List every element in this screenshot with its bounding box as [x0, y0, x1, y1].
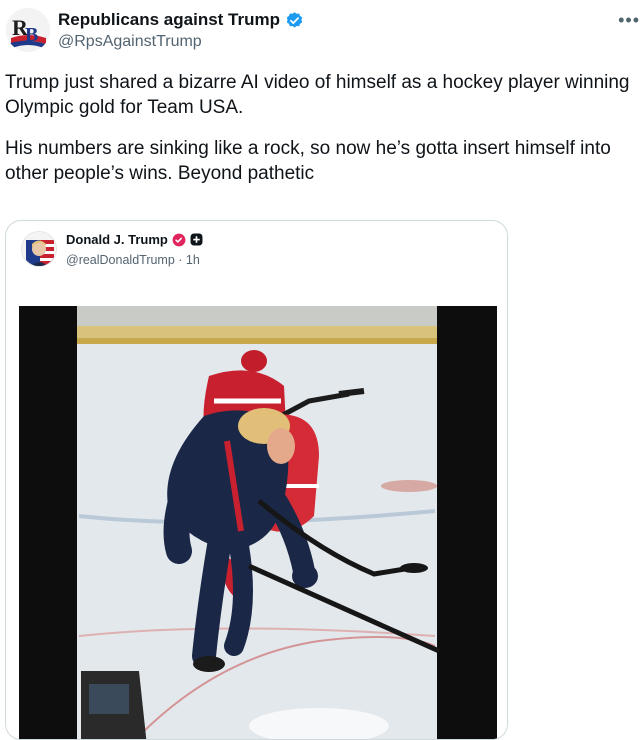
quoted-author-meta: @realDonaldTrump · 1h [66, 253, 200, 267]
hockey-video-frame [19, 306, 497, 739]
verified-badge-icon [286, 11, 303, 28]
author-name[interactable]: Republicans against Trump [58, 10, 280, 30]
more-dots-icon: ••• [618, 10, 640, 30]
author-handle[interactable]: @RpsAgainstTrump [58, 33, 202, 51]
rb-logo-icon: R B [6, 8, 50, 52]
quoted-author-handle[interactable]: @realDonaldTrump [66, 253, 175, 267]
quoted-author-name[interactable]: Donald J. Trump [66, 232, 168, 247]
quoted-author-avatar[interactable] [21, 231, 57, 267]
svg-text:B: B [25, 24, 38, 46]
tweet-text: Trump just shared a bizarre AI video of … [5, 70, 639, 186]
tweet-paragraph: Trump just shared a bizarre AI video of … [5, 72, 630, 118]
more-options-button[interactable]: ••• [610, 11, 640, 34]
quoted-video[interactable] [19, 306, 497, 739]
author-avatar[interactable]: R B [6, 8, 50, 52]
meta-separator: · [178, 253, 186, 267]
tweet-paragraph: His numbers are sinking like a rock, so … [5, 138, 611, 184]
quoted-author-name-row[interactable]: Donald J. Trump [66, 232, 203, 247]
quoted-tweet-card[interactable]: Donald J. Trump @realDonaldTrump · 1h [5, 220, 508, 740]
author-name-row[interactable]: Republicans against Trump [58, 10, 304, 30]
government-badge-icon [190, 233, 203, 246]
portrait-flag-icon [22, 232, 56, 266]
verified-badge-icon [172, 233, 186, 246]
quoted-timestamp[interactable]: 1h [186, 253, 200, 267]
